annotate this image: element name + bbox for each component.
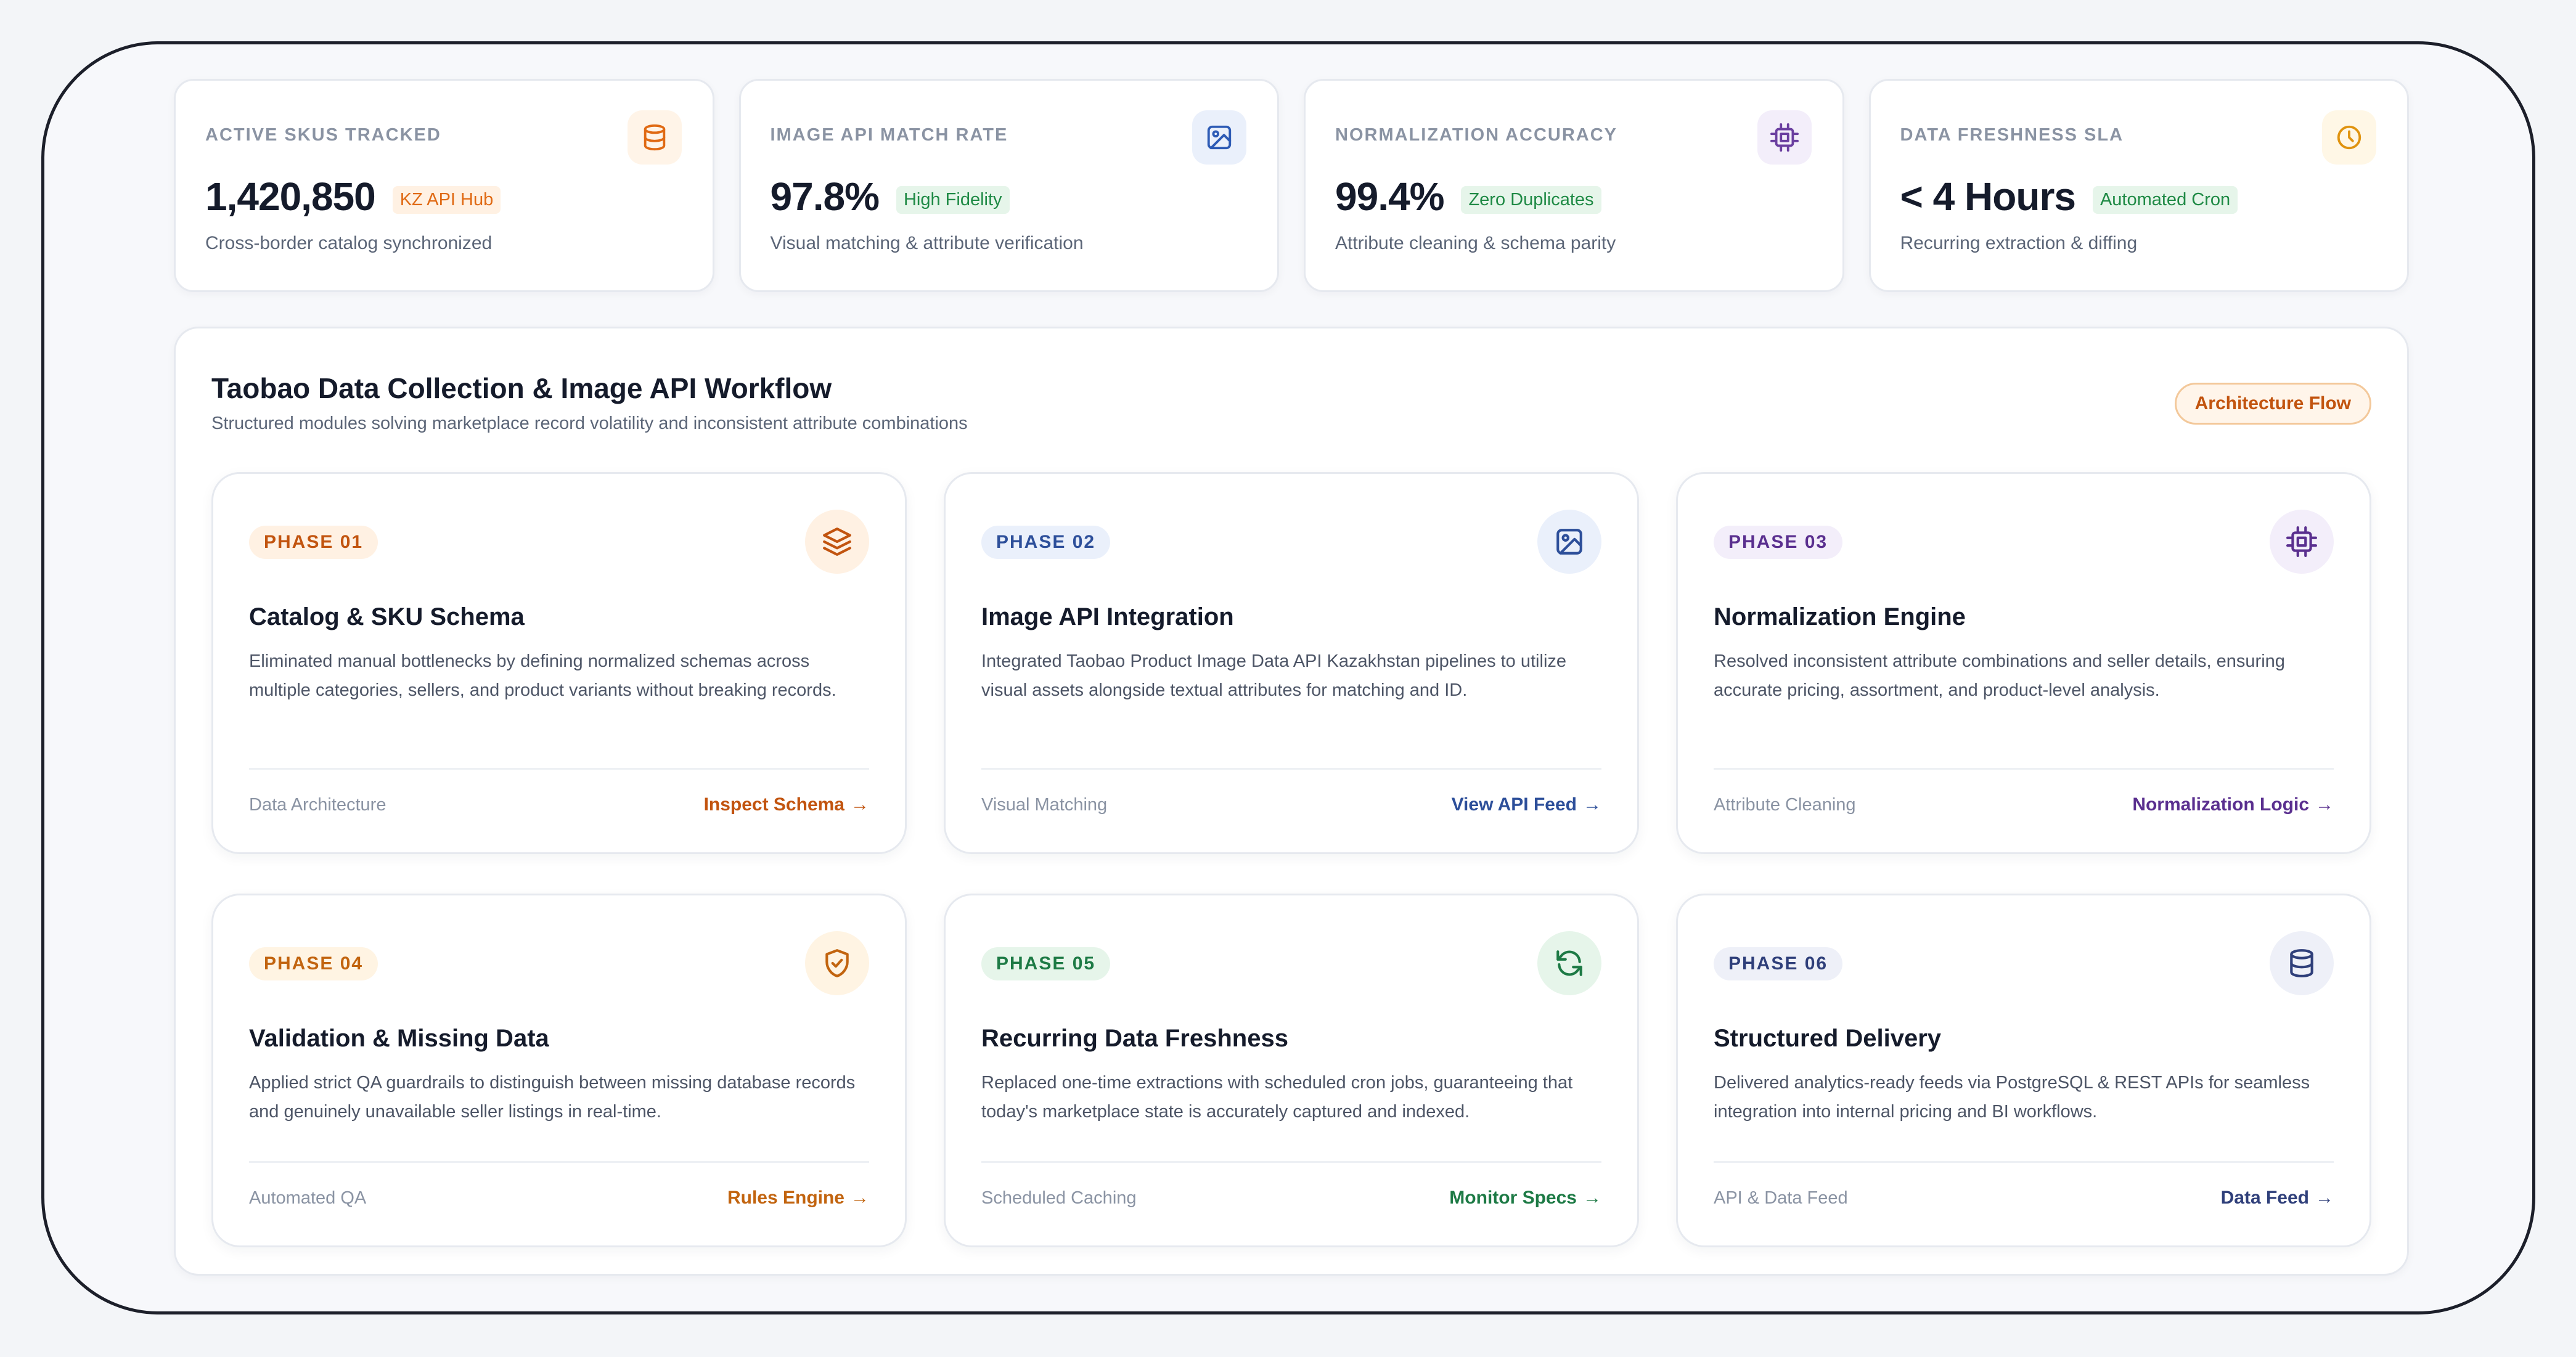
phase-title: Structured Delivery <box>1714 1025 1942 1052</box>
kpi-card: IMAGE API MATCH RATE 97.8% High Fidelity… <box>738 79 1279 292</box>
monitor-specs-link[interactable]: Monitor Specs → <box>1449 1188 1601 1208</box>
kpi-value: 97.8% <box>770 174 880 219</box>
phase-category: API & Data Feed <box>1714 1188 1848 1208</box>
link-label: Monitor Specs <box>1449 1188 1577 1208</box>
phase-card: PHASE 06 Structured Delivery Delivered a… <box>1676 894 2371 1247</box>
phase-badge: PHASE 05 <box>981 947 1111 980</box>
phase-description: Delivered analytics-ready feeds via Post… <box>1714 1073 2310 1122</box>
link-label: Normalization Logic <box>2132 794 2309 815</box>
database-icon <box>627 110 682 165</box>
arrow-right-icon: → <box>851 794 869 815</box>
phase-title: Recurring Data Freshness <box>981 1025 1288 1052</box>
kpi-badge: Zero Duplicates <box>1461 185 1601 214</box>
phase-category: Visual Matching <box>981 794 1108 815</box>
arrow-right-icon: → <box>1583 1188 1601 1208</box>
phase-badge: PHASE 02 <box>981 526 1111 559</box>
kpi-card: ACTIVE SKUS TRACKED 1,420,850 KZ API Hub… <box>174 79 714 292</box>
panel-title: Taobao Data Collection & Image API Workf… <box>211 372 832 404</box>
phase-badge: PHASE 01 <box>249 526 378 559</box>
kpi-badge: High Fidelity <box>896 185 1010 214</box>
phase-card: PHASE 03 Normalization Engine Resolved i… <box>1676 472 2371 854</box>
phase-card: PHASE 05 Recurring Data Freshness Replac… <box>944 894 1639 1247</box>
phase-card: PHASE 04 Validation & Missing Data Appli… <box>211 894 907 1247</box>
arrow-right-icon: → <box>2315 794 2334 815</box>
kpi-badge: Automated Cron <box>2092 185 2238 214</box>
phase-title: Validation & Missing Data <box>249 1025 549 1052</box>
phase-footer: Visual Matching View API Feed → <box>981 768 1601 815</box>
inspect-schema-link[interactable]: Inspect Schema → <box>704 794 869 815</box>
normalization-logic-link[interactable]: Normalization Logic → <box>2132 794 2334 815</box>
phase-footer: Data Architecture Inspect Schema → <box>249 768 869 815</box>
phase-category: Data Architecture <box>249 794 386 815</box>
architecture-flow-badge[interactable]: Architecture Flow <box>2174 383 2371 425</box>
kpi-subtitle: Attribute cleaning & schema parity <box>1335 233 1616 253</box>
image-icon <box>1537 510 1601 574</box>
phase-badge: PHASE 04 <box>249 947 378 980</box>
kpi-subtitle: Cross-border catalog synchronized <box>205 233 493 253</box>
layers-icon <box>805 510 869 574</box>
view-api-feed-link[interactable]: View API Feed → <box>1452 794 1601 815</box>
kpi-badge: KZ API Hub <box>392 185 501 214</box>
phase-description: Eliminated manual bottlenecks by definin… <box>249 651 836 700</box>
phase-card: PHASE 01 Catalog & SKU Schema Eliminated… <box>211 472 907 854</box>
kpi-label: IMAGE API MATCH RATE <box>770 125 1008 145</box>
kpi-label: ACTIVE SKUS TRACKED <box>205 125 441 145</box>
phase-description: Applied strict QA guardrails to distingu… <box>249 1073 856 1122</box>
cpu-icon <box>2270 510 2334 574</box>
phase-footer: Automated QA Rules Engine → <box>249 1161 869 1208</box>
arrow-right-icon: → <box>851 1188 869 1208</box>
kpi-label: DATA FRESHNESS SLA <box>1900 125 2124 145</box>
kpi-subtitle: Visual matching & attribute verification <box>770 233 1084 253</box>
phase-footer: Scheduled Caching Monitor Specs → <box>981 1161 1601 1208</box>
phase-grid: PHASE 01 Catalog & SKU Schema Eliminated… <box>211 472 2371 1247</box>
arrow-right-icon: → <box>2315 1188 2334 1208</box>
kpi-row: ACTIVE SKUS TRACKED 1,420,850 KZ API Hub… <box>174 79 2409 292</box>
kpi-value: < 4 Hours <box>1900 174 2076 219</box>
phase-badge: PHASE 06 <box>1714 947 1843 980</box>
phase-card: PHASE 02 Image API Integration Integrate… <box>944 472 1639 854</box>
phase-description: Replaced one-time extractions with sched… <box>981 1073 1573 1122</box>
kpi-value: 1,420,850 <box>205 174 376 219</box>
panel-subtitle: Structured modules solving marketplace r… <box>211 414 968 433</box>
arrow-right-icon: → <box>1583 794 1601 815</box>
phase-title: Normalization Engine <box>1714 603 1966 630</box>
phase-category: Attribute Cleaning <box>1714 794 1856 815</box>
phase-badge: PHASE 03 <box>1714 526 1843 559</box>
rules-engine-link[interactable]: Rules Engine → <box>727 1188 869 1208</box>
phase-footer: API & Data Feed Data Feed → <box>1714 1161 2334 1208</box>
phase-title: Catalog & SKU Schema <box>249 603 525 630</box>
phase-title: Image API Integration <box>981 603 1234 630</box>
kpi-value: 99.4% <box>1335 174 1444 219</box>
refresh-icon <box>1537 931 1601 995</box>
cpu-icon <box>1757 110 1812 165</box>
kpi-card: NORMALIZATION ACCURACY 99.4% Zero Duplic… <box>1304 79 1844 292</box>
phase-category: Automated QA <box>249 1188 367 1208</box>
kpi-label: NORMALIZATION ACCURACY <box>1335 125 1618 145</box>
shield-check-icon <box>805 931 869 995</box>
link-label: Inspect Schema <box>703 794 844 815</box>
phase-footer: Attribute Cleaning Normalization Logic → <box>1714 768 2334 815</box>
database-icon <box>2270 931 2334 995</box>
workflow-panel: Taobao Data Collection & Image API Workf… <box>174 327 2409 1276</box>
phase-category: Scheduled Caching <box>981 1188 1137 1208</box>
dashboard: ACTIVE SKUS TRACKED 1,420,850 KZ API Hub… <box>174 79 2409 1276</box>
link-label: View API Feed <box>1451 794 1577 815</box>
data-feed-link[interactable]: Data Feed → <box>2221 1188 2334 1208</box>
link-label: Rules Engine <box>727 1188 844 1208</box>
clock-icon <box>2322 110 2376 165</box>
image-icon <box>1192 110 1246 165</box>
phase-description: Integrated Taobao Product Image Data API… <box>981 651 1567 700</box>
link-label: Data Feed <box>2220 1188 2309 1208</box>
kpi-subtitle: Recurring extraction & diffing <box>1900 233 2138 253</box>
phase-description: Resolved inconsistent attribute combinat… <box>1714 651 2285 700</box>
kpi-card: DATA FRESHNESS SLA < 4 Hours Automated C… <box>1868 79 2409 292</box>
